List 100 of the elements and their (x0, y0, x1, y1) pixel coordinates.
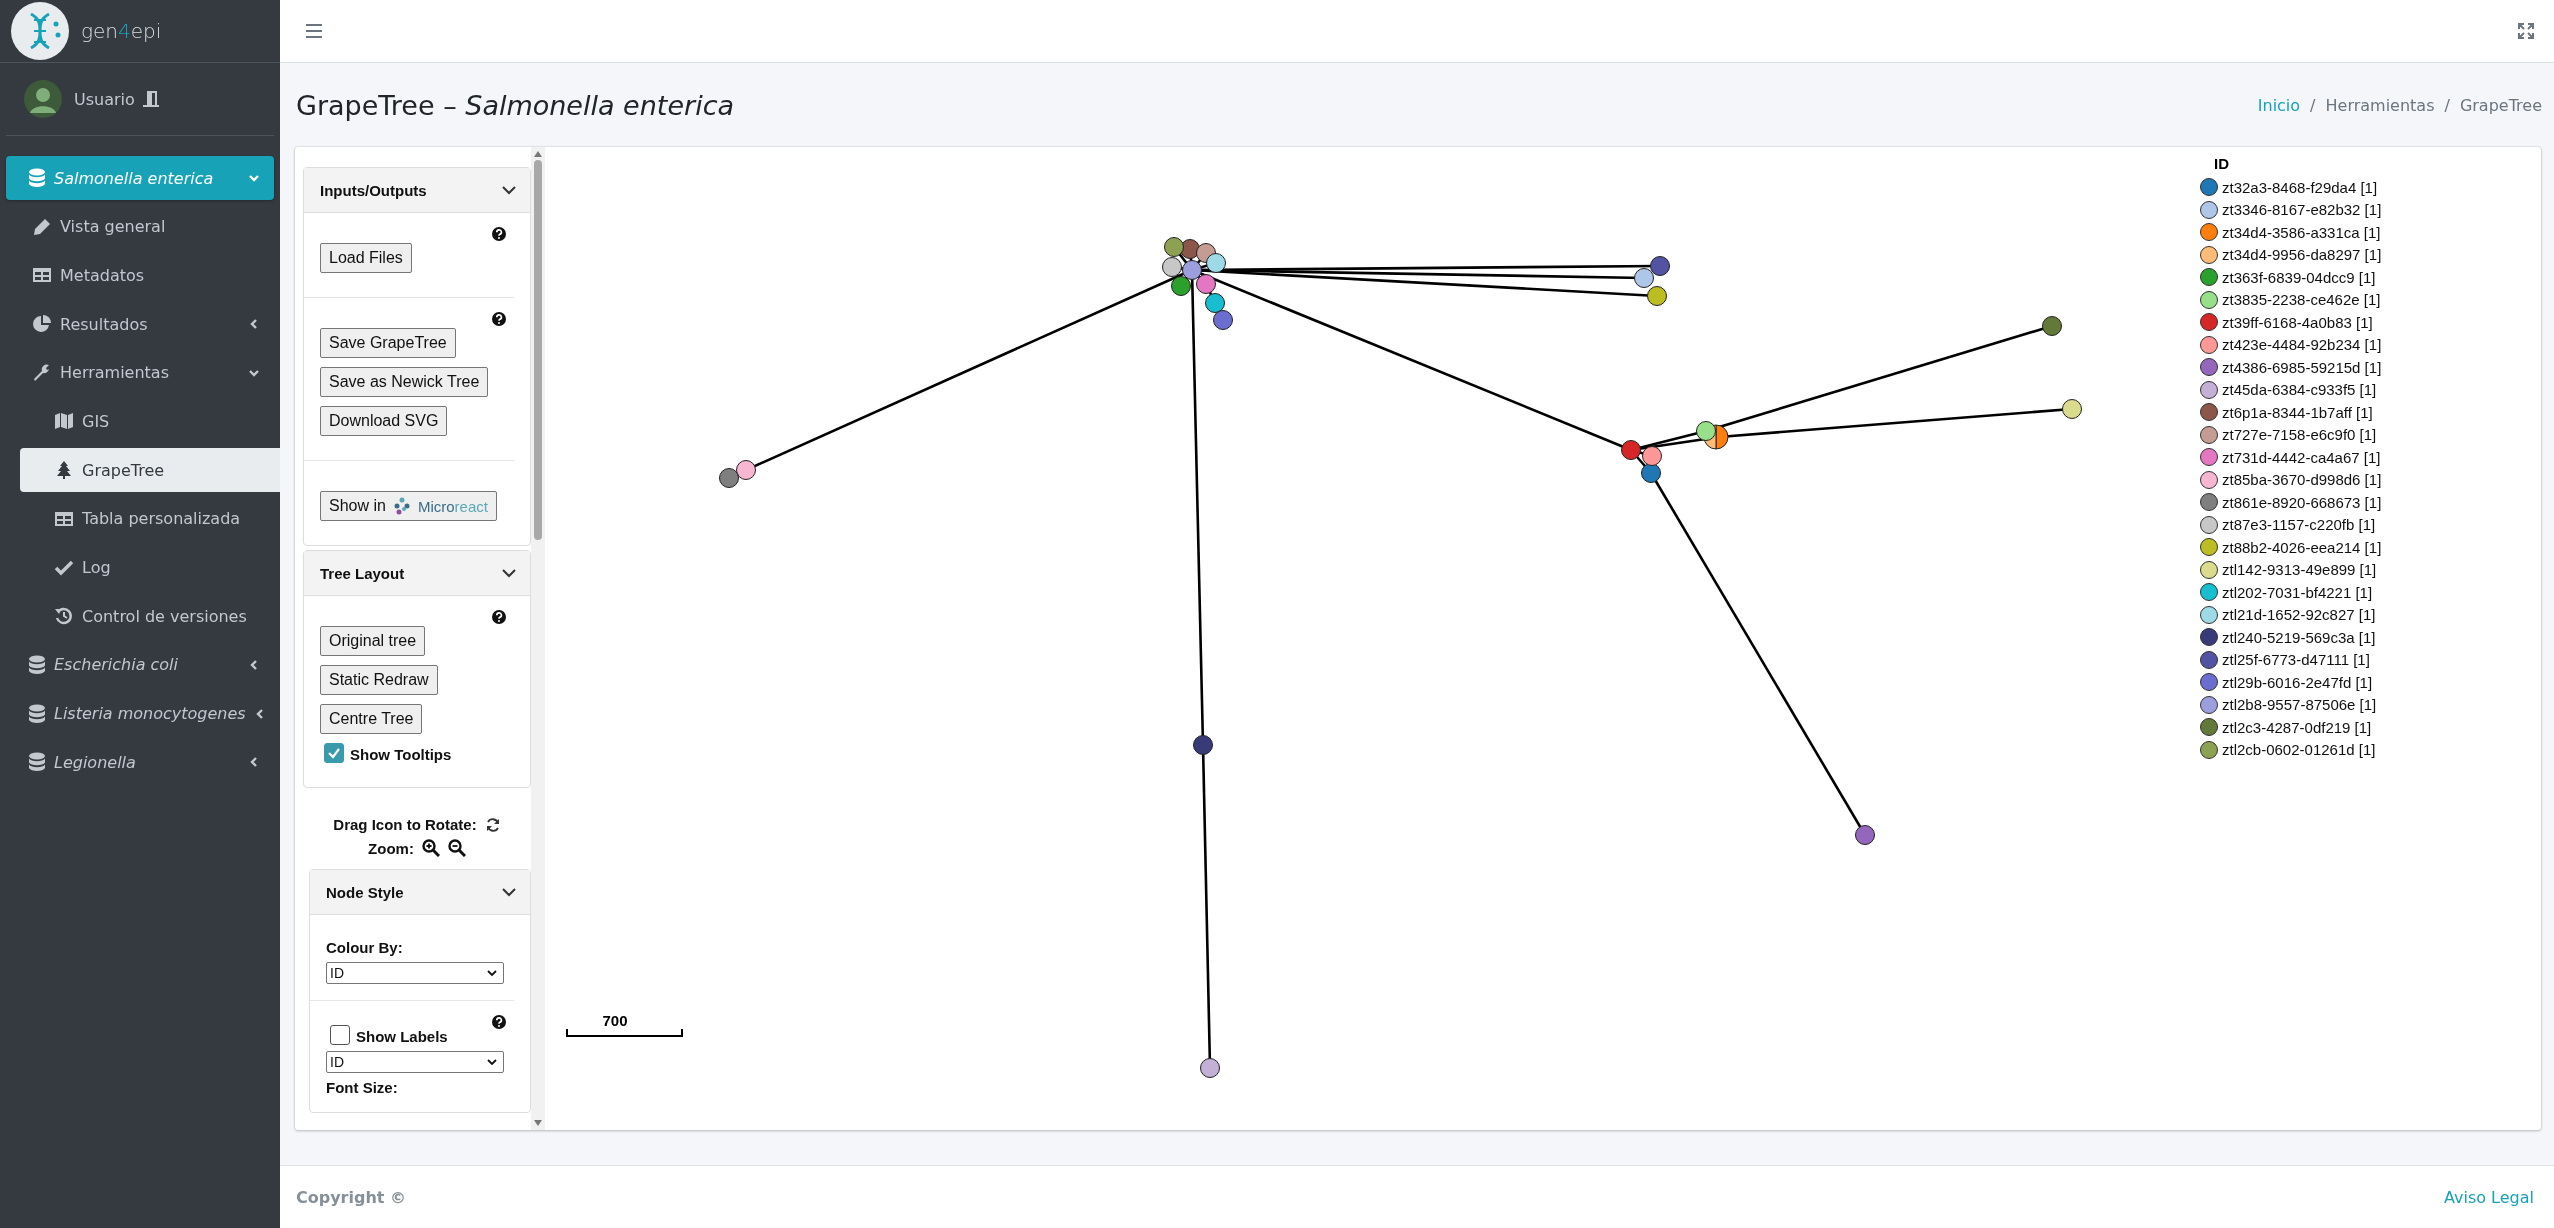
sidebar-item[interactable]: Herramientas (6, 350, 274, 395)
rotate-icon[interactable] (484, 816, 501, 833)
sidebar-item[interactable]: Vista general (6, 204, 274, 249)
legend-label: ztl142-9313-49e899 [1] (2222, 561, 2377, 579)
zoom-out-icon[interactable] (447, 839, 466, 857)
panel-button[interactable]: Save GrapeTree (320, 328, 456, 358)
chevron-down-icon (502, 568, 516, 578)
legend-label: zt88b2-4026-eea214 [1] (2222, 538, 2382, 556)
sidebar-item[interactable]: Listeria monocytogenes (6, 691, 274, 736)
section-header[interactable]: Tree Layout (304, 551, 530, 596)
legend-label: zt45da-6384-c933f5 [1] (2222, 381, 2377, 399)
fullscreen-icon[interactable] (2518, 23, 2534, 39)
panel-button[interactable]: Load Files (320, 243, 412, 273)
tree-node[interactable] (1206, 253, 1226, 273)
legend-label: zt3835-2238-ce462e [1] (2222, 291, 2381, 309)
sidebar-item[interactable]: Control de versiones (20, 594, 280, 639)
breadcrumb-separator: / (2444, 95, 2450, 115)
legend-label: ztl25f-6773-d47111 [1] (2222, 651, 2370, 669)
microreact-button[interactable]: Show in Microreact (320, 491, 497, 521)
legend-label: zt34d4-9956-da8297 [1] (2222, 246, 2382, 264)
tree-node[interactable] (1171, 276, 1191, 296)
sidebar-item[interactable]: GIS (20, 399, 280, 444)
zoom-in-icon[interactable] (421, 839, 440, 857)
help-icon[interactable] (492, 227, 506, 241)
legend-label: ztl21d-1652-92c827 [1] (2222, 606, 2376, 624)
checkbox[interactable] (324, 743, 344, 763)
menu-icon[interactable] (306, 24, 322, 38)
chevron-left-icon (248, 658, 260, 671)
chevron-left-icon (248, 756, 260, 769)
user-name[interactable]: Usuario (74, 89, 135, 109)
legend-label: zt727e-7158-e6c9f0 [1] (2222, 426, 2377, 444)
tree-node[interactable] (1196, 274, 1216, 294)
logout-door-icon[interactable] (140, 89, 161, 109)
tree-node[interactable] (1213, 310, 1233, 330)
caret-icon (487, 969, 497, 977)
scroll-up-icon[interactable] (533, 150, 543, 158)
help-icon[interactable] (492, 1015, 506, 1029)
tree-node[interactable] (1200, 1058, 1220, 1078)
tree-node[interactable] (1634, 268, 1654, 288)
section-header[interactable]: Inputs/Outputs (304, 168, 530, 213)
checkbox-label: Show Labels (356, 1028, 448, 1045)
breadcrumb-item: GrapeTree (2459, 95, 2542, 115)
scroll-down-icon[interactable] (533, 1119, 543, 1127)
section-header[interactable]: Node Style (310, 870, 530, 915)
database-icon (28, 703, 46, 724)
tree-node[interactable] (1164, 237, 1184, 257)
rotate-label: Drag Icon to Rotate: (333, 816, 477, 833)
tree-node[interactable] (1193, 735, 1213, 755)
tree-node[interactable] (1621, 440, 1641, 460)
tree-node[interactable] (736, 460, 756, 480)
checkmark-icon (327, 746, 341, 760)
scrollbar-thumb[interactable] (534, 160, 542, 540)
tree-node[interactable] (1642, 446, 1662, 466)
dna-logo-icon (11, 2, 69, 60)
tree-node[interactable] (2042, 316, 2062, 336)
label-field-select[interactable]: ID (326, 1051, 504, 1073)
tree-node[interactable] (1647, 286, 1667, 306)
tree-node[interactable] (2062, 399, 2082, 419)
database-icon (28, 654, 46, 675)
sidebar-item[interactable]: Log (20, 545, 280, 590)
copyright-text: Copyright © (296, 1187, 407, 1207)
help-icon[interactable] (492, 610, 506, 624)
font-size-label: Font Size: (326, 1079, 398, 1096)
checkbox[interactable] (330, 1025, 350, 1045)
tree-node[interactable] (1162, 257, 1182, 277)
brand-name[interactable]: gen4epi (81, 19, 162, 43)
caret-icon (487, 1058, 497, 1066)
sidebar-item[interactable]: Tabla personalizada (20, 496, 280, 541)
sidebar-item[interactable]: GrapeTree (20, 448, 280, 493)
page-title: GrapeTree – Salmonella enterica (296, 89, 735, 121)
legend-label: zt423e-4484-92b234 [1] (2222, 336, 2382, 354)
legend-label: zt3346-8167-e82b32 [1] (2222, 201, 2382, 219)
panel-button[interactable]: Centre Tree (320, 704, 423, 734)
legend-label: zt731d-4442-ca4a67 [1] (2222, 448, 2381, 466)
sidebar-item[interactable]: Metadatos (6, 253, 274, 298)
legend-label: ztl240-5219-569c3a [1] (2222, 628, 2376, 646)
legend-label: ztl29b-6016-2e47fd [1] (2222, 673, 2373, 691)
microreact-logo-icon (393, 497, 410, 515)
legend-label: ztl2b8-9557-87506e [1] (2222, 696, 2377, 714)
help-icon[interactable] (492, 312, 506, 326)
chevron-down-icon (502, 887, 516, 897)
tree-node[interactable] (1182, 260, 1202, 280)
breadcrumb-separator: / (2310, 95, 2316, 115)
sidebar-item[interactable]: Escherichia coli (6, 642, 274, 687)
legend-label: zt861e-8920-668673 [1] (2222, 493, 2382, 511)
legend-label: zt363f-6839-04dcc9 [1] (2222, 268, 2376, 286)
panel-button[interactable]: Original tree (320, 626, 426, 656)
tree-node[interactable] (1650, 256, 1670, 276)
tree-node[interactable] (719, 468, 739, 488)
pen-icon (32, 216, 52, 237)
sidebar-item[interactable]: Legionella (6, 740, 274, 785)
panel-button[interactable]: Static Redraw (320, 665, 438, 695)
tree-node[interactable] (1641, 463, 1661, 483)
tree-node[interactable] (1855, 825, 1875, 845)
tree-node[interactable] (1205, 293, 1225, 313)
panel-button[interactable]: Download SVG (320, 406, 448, 436)
chevron-left-icon (248, 318, 260, 331)
colour-by-select[interactable]: ID (326, 962, 504, 984)
sidebar-item[interactable]: Resultados (6, 302, 274, 347)
panel-button[interactable]: Save as Newick Tree (320, 367, 489, 397)
